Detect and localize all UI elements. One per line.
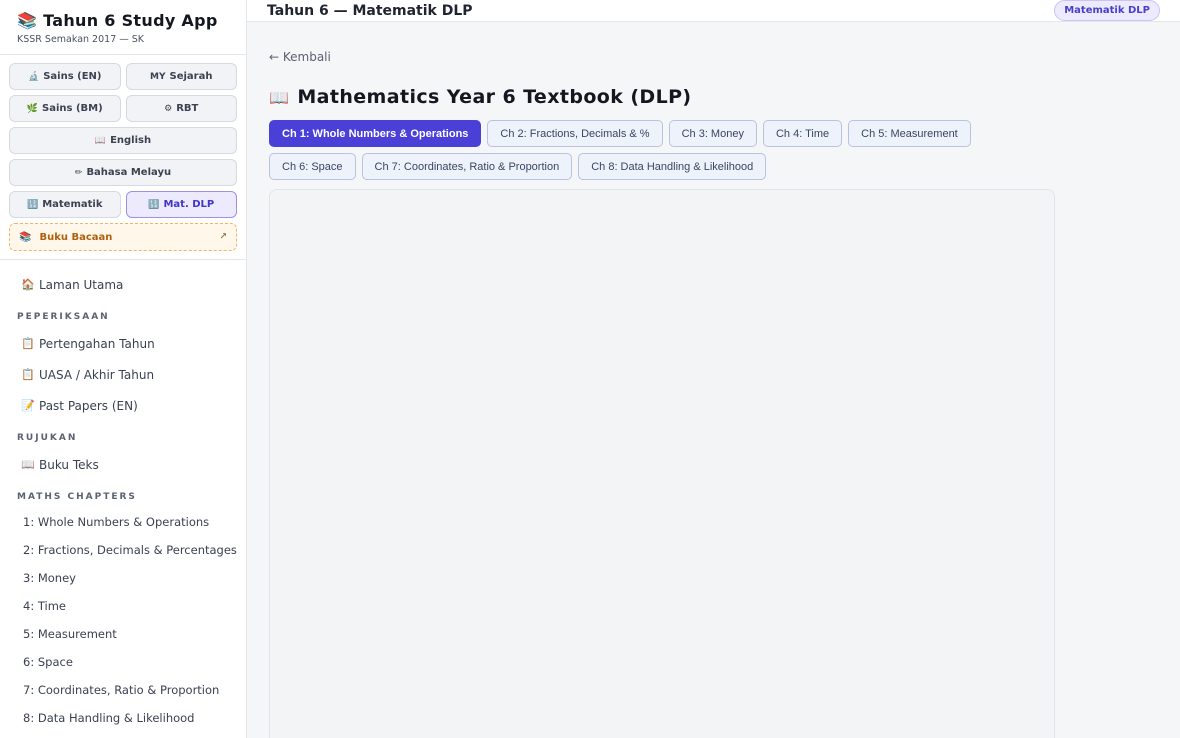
chapter-link-1[interactable]: 1: Whole Numbers & Operations bbox=[0, 508, 246, 536]
subject-button-mat-dlp[interactable]: 🔢 Mat. DLP bbox=[125, 191, 237, 218]
subject-button-sains-bm[interactable]: 🌿 Sains (BM) bbox=[9, 95, 121, 122]
topbar: Tahun 6 — Matematik DLP Matematik DLP bbox=[247, 0, 1180, 22]
app-subtitle: KSSR Semakan 2017 — SK bbox=[17, 34, 145, 45]
page-title: 📖 Mathematics Year 6 Textbook (DLP) bbox=[269, 86, 692, 108]
topbar-title: Tahun 6 — Matematik DLP bbox=[267, 2, 473, 19]
subject-button-matematik[interactable]: 🔢 Matematik bbox=[9, 191, 121, 218]
chapter-link-6[interactable]: 6: Space bbox=[0, 648, 246, 676]
subject-switcher: 🔬 Sains (EN) MY Sejarah 🌿 Sains (BM) ⚙ RBT 📖… bbox=[0, 55, 246, 260]
chapter-tabs: Ch 1: Whole Numbers & Operations Ch 2: F… bbox=[269, 120, 989, 180]
tab-ch4[interactable]: Ch 4: Time bbox=[762, 120, 843, 147]
book-icon: 📖 bbox=[269, 87, 290, 107]
memo-icon: 📝 bbox=[21, 399, 35, 412]
textbook-viewer[interactable] bbox=[269, 189, 1055, 738]
subject-button-bahasa-melayu[interactable]: ✏ Bahasa Melayu bbox=[9, 159, 237, 186]
tab-ch8[interactable]: Ch 8: Data Handling & Likelihood bbox=[578, 153, 767, 180]
subject-button-sejarah[interactable]: MY Sejarah bbox=[125, 63, 237, 90]
subject-badge: Matematik DLP bbox=[1054, 0, 1160, 21]
numbers-icon: 🔢 bbox=[148, 199, 160, 210]
sidebar-nav: 🏠 Laman Utama PEPERIKSAAN 📋 Pertengahan Ta… bbox=[0, 260, 246, 732]
content: ← Kembali 📖 Mathematics Year 6 Textbook … bbox=[247, 22, 1180, 738]
chapter-link-8[interactable]: 8: Data Handling & Likelihood bbox=[0, 704, 246, 732]
nav-item-past-papers[interactable]: 📝 Past Papers (EN) bbox=[0, 390, 246, 421]
nav-section-chapters: MATHS CHAPTERS bbox=[17, 492, 137, 502]
tab-ch5[interactable]: Ch 5: Measurement bbox=[848, 120, 971, 147]
tab-ch2[interactable]: Ch 2: Fractions, Decimals & % bbox=[487, 120, 663, 147]
chapter-link-5[interactable]: 5: Measurement bbox=[0, 620, 246, 648]
tab-ch1[interactable]: Ch 1: Whole Numbers & Operations bbox=[269, 120, 482, 147]
nav-item-buku-teks[interactable]: 📖 Buku Teks bbox=[0, 449, 246, 480]
clipboard-icon: 📋 bbox=[21, 368, 35, 381]
main-panel: Tahun 6 — Matematik DLP Matematik DLP ← … bbox=[247, 0, 1180, 738]
nav-section-exams: PEPERIKSAAN bbox=[17, 312, 110, 322]
subject-button-english[interactable]: 📖 English bbox=[9, 127, 237, 154]
brand: 📚 Tahun 6 Study App KSSR Semakan 2017 — … bbox=[0, 0, 246, 55]
book-icon: 📖 bbox=[94, 135, 107, 146]
tab-ch6[interactable]: Ch 6: Space bbox=[269, 153, 356, 180]
chapter-link-3[interactable]: 3: Money bbox=[0, 564, 246, 592]
malaysia-flag-icon: MY bbox=[150, 71, 166, 82]
nav-section-reference: RUJUKAN bbox=[17, 433, 78, 443]
chapter-link-7[interactable]: 7: Coordinates, Ratio & Proportion bbox=[0, 676, 246, 704]
app-title: 📚 Tahun 6 Study App bbox=[17, 11, 218, 30]
chapter-link-2[interactable]: 2: Fractions, Decimals & Percentages bbox=[0, 536, 246, 564]
subject-button-rbt[interactable]: ⚙ RBT bbox=[125, 95, 237, 122]
numbers-icon: 🔢 bbox=[26, 199, 39, 210]
tab-ch7[interactable]: Ch 7: Coordinates, Ratio & Proportion bbox=[361, 153, 573, 180]
nav-item-home[interactable]: 🏠 Laman Utama bbox=[0, 269, 246, 300]
clipboard-icon: 📋 bbox=[21, 337, 35, 350]
leaf-icon: 🌿 bbox=[26, 103, 39, 114]
nav-item-pertengahan-tahun[interactable]: 📋 Pertengahan Tahun bbox=[0, 328, 246, 359]
sidebar: 📚 Tahun 6 Study App KSSR Semakan 2017 — … bbox=[0, 0, 247, 738]
gear-icon: ⚙ bbox=[164, 103, 173, 114]
nav-item-uasa[interactable]: 📋 UASA / Akhir Tahun bbox=[0, 359, 246, 390]
book-icon: 📖 bbox=[21, 458, 35, 471]
pencil-icon: ✏ bbox=[74, 167, 83, 178]
subject-button-sains-en[interactable]: 🔬 Sains (EN) bbox=[9, 63, 121, 90]
external-link-icon: ↗ bbox=[219, 232, 227, 242]
microscope-icon: 🔬 bbox=[28, 71, 40, 82]
app-root: 📚 Tahun 6 Study App KSSR Semakan 2017 — … bbox=[0, 0, 1180, 738]
tab-ch3[interactable]: Ch 3: Money bbox=[668, 120, 757, 147]
buku-bacaan-link[interactable]: 📚 Buku Bacaan ↗ bbox=[9, 223, 237, 251]
house-icon: 🏠 bbox=[21, 278, 35, 291]
books-icon: 📚 bbox=[17, 11, 38, 30]
books-icon: 📚 bbox=[19, 231, 32, 243]
chapter-link-4[interactable]: 4: Time bbox=[0, 592, 246, 620]
back-link[interactable]: ← Kembali bbox=[269, 50, 1158, 64]
